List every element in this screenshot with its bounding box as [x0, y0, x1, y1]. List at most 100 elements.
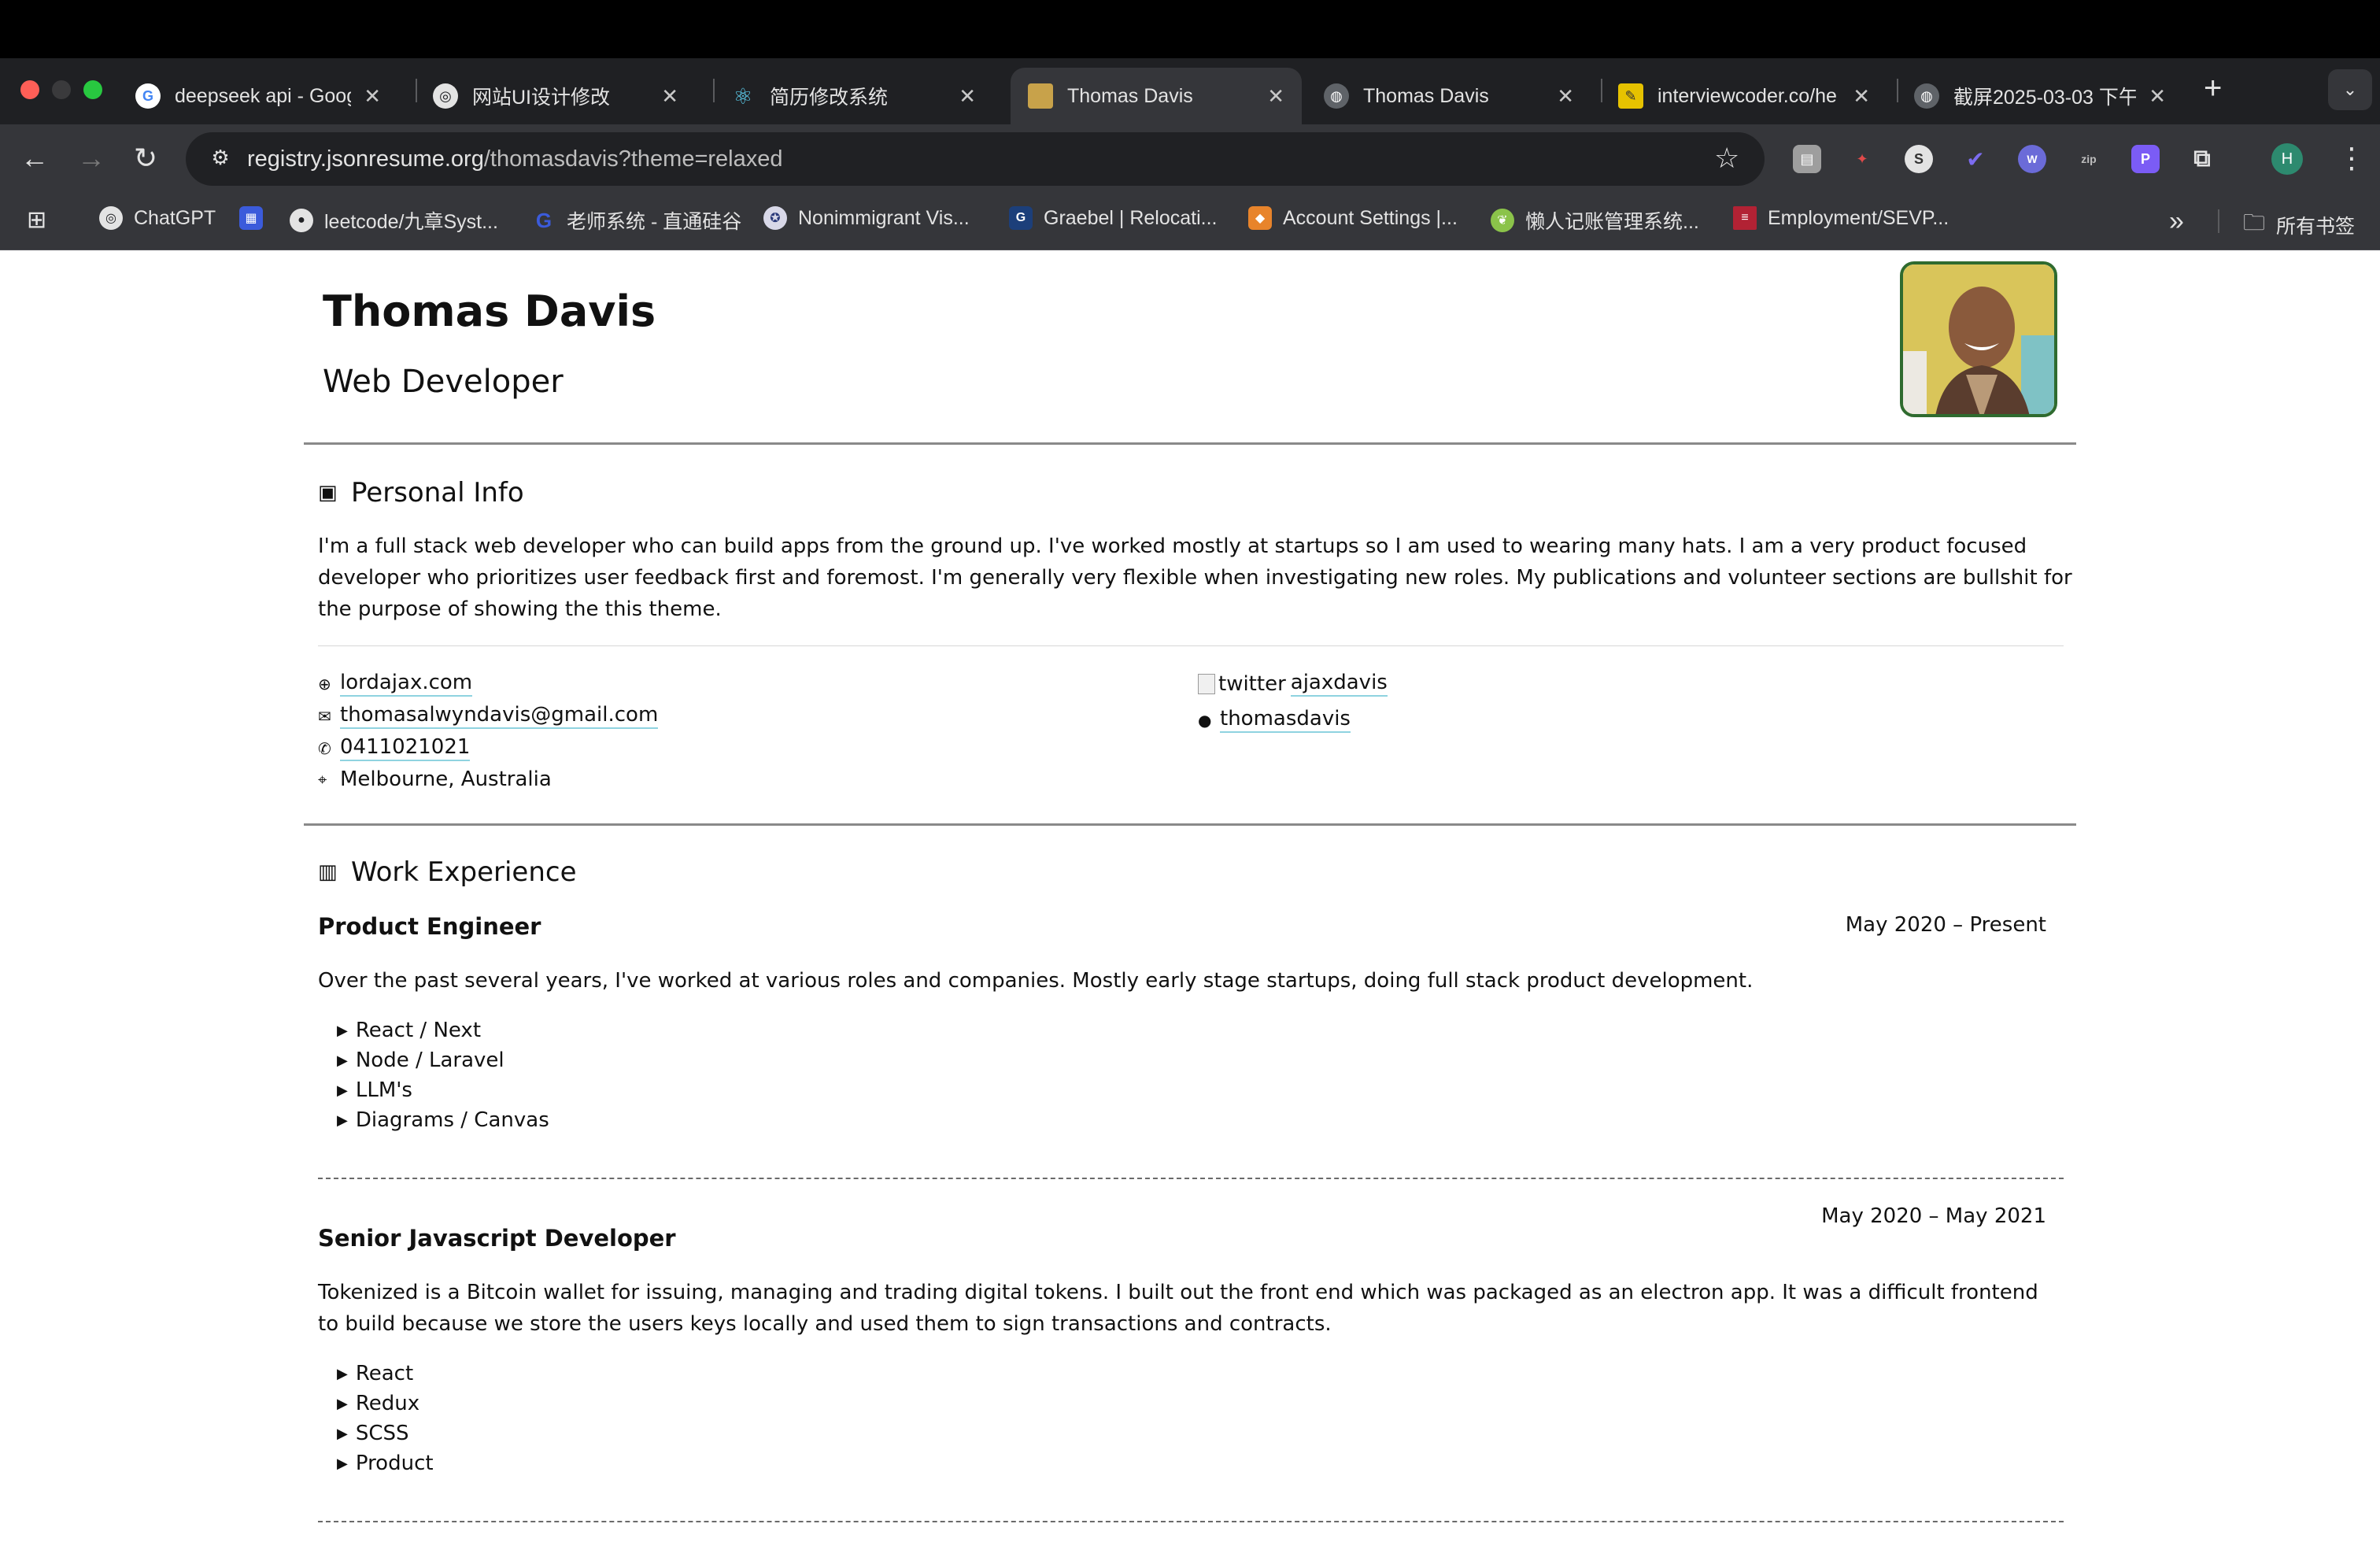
section-title-text: Work Experience: [351, 856, 577, 888]
job-highlight[interactable]: ▶ LLM's: [337, 1078, 412, 1102]
github-row: ● thomasdavis: [1198, 707, 1351, 733]
bookmark-account-settings[interactable]: ◆ Account Settings |...: [1248, 206, 1458, 230]
tab-6[interactable]: ◍ 截屏2025-03-03 下午 ✕: [1897, 68, 2183, 124]
bookmark-graebel[interactable]: G Graebel | Relocati...: [1009, 206, 1217, 230]
website-link[interactable]: lordajax.com: [340, 671, 473, 697]
bookmark-chatgpt[interactable]: ◎ ChatGPT: [99, 206, 216, 230]
bookmark-system-design[interactable]: ▦: [239, 206, 274, 230]
globe-icon: ◍: [1914, 83, 1939, 109]
tab-search-button[interactable]: ⌄: [2328, 69, 2372, 110]
bookmark-label: ChatGPT: [134, 206, 216, 229]
twitter-link[interactable]: ajaxdavis: [1290, 671, 1388, 697]
close-window-button[interactable]: [20, 80, 39, 99]
bookmark-bookkeeping[interactable]: ❦ 懒人记账管理系统...: [1491, 206, 1699, 235]
seal-icon: ✪: [763, 206, 787, 230]
resume-name: Thomas Davis: [323, 287, 656, 336]
extension-s-icon[interactable]: S: [1905, 145, 1933, 173]
all-bookmarks-folder[interactable]: 🗀 所有书签: [2243, 206, 2355, 244]
close-tab-icon[interactable]: ✕: [1267, 84, 1284, 109]
website-row: ⊕ lordajax.com: [318, 671, 473, 697]
folder-icon: 🗀: [2243, 210, 2266, 235]
tab-0[interactable]: G deepseek api - Goog ✕: [118, 68, 398, 124]
bookmark-employment-sevp[interactable]: ≡ Employment/SEVP...: [1733, 206, 1949, 230]
job-highlight[interactable]: ▶ Product: [337, 1452, 434, 1475]
new-tab-button[interactable]: +: [2204, 71, 2222, 106]
extension-check-icon[interactable]: ✔: [1961, 145, 1990, 173]
minimize-window-button[interactable]: [52, 80, 71, 99]
disclosure-triangle-icon: ▶: [337, 1052, 348, 1069]
tab-3-active[interactable]: Thomas Davis ✕: [1011, 68, 1302, 124]
personal-info-heading: ▣ Personal Info: [318, 477, 524, 509]
apps-grid-icon[interactable]: ⊞: [27, 206, 46, 234]
bookmark-label: Graebel | Relocati...: [1044, 206, 1218, 229]
bookmark-teacher-system[interactable]: G 老师系统 - 直通硅谷: [532, 206, 741, 235]
summary-text: I'm a full stack web developer who can b…: [318, 534, 2072, 621]
resume-page: Thomas Davis Web Developer ▣ Personal Inf…: [0, 250, 2380, 1546]
close-tab-icon[interactable]: ✕: [2149, 84, 2166, 109]
extension-bird-icon[interactable]: ✦: [1848, 145, 1876, 173]
extension-zip-icon[interactable]: zip: [2075, 145, 2103, 173]
job-highlight[interactable]: ▶ Node / Laravel: [337, 1049, 504, 1072]
job-highlight[interactable]: ▶ React / Next: [337, 1019, 481, 1042]
tab-5[interactable]: ✎ interviewcoder.co/he ✕: [1601, 68, 1887, 124]
bookmark-star-icon[interactable]: ☆: [1714, 142, 1739, 175]
disclosure-triangle-icon: ▶: [337, 1111, 348, 1129]
disclosure-triangle-icon: ▶: [337, 1455, 348, 1472]
zoom-window-button[interactable]: [83, 80, 102, 99]
phone-link[interactable]: 0411021021: [340, 735, 471, 761]
extension-notes-icon[interactable]: ▤: [1793, 145, 1821, 173]
tab-title: Thomas Davis: [1067, 84, 1193, 107]
phone-row: ✆ 0411021021: [318, 735, 471, 761]
highlight-text: Node / Laravel: [355, 1049, 504, 1072]
bookmark-label: Employment/SEVP...: [1768, 206, 1949, 229]
close-tab-icon[interactable]: ✕: [661, 84, 678, 109]
bookmark-label: Nonimmigrant Vis...: [798, 206, 970, 229]
disclosure-triangle-icon: ▶: [337, 1082, 348, 1099]
system-design-icon: ▦: [239, 206, 263, 230]
close-tab-icon[interactable]: ✕: [364, 84, 381, 109]
tab-2[interactable]: ⚛ 简历修改系统 ✕: [713, 68, 993, 124]
bookmark-nonimmigrant-visa[interactable]: ✪ Nonimmigrant Vis...: [763, 206, 970, 230]
bookmarks-separator: [2218, 209, 2219, 233]
forward-button[interactable]: →: [77, 142, 105, 175]
profile-photo: [1900, 261, 2057, 417]
email-link[interactable]: thomasalwyndavis@gmail.com: [340, 703, 659, 729]
disclosure-triangle-icon: ▶: [337, 1425, 348, 1442]
close-tab-icon[interactable]: ✕: [959, 84, 976, 109]
extension-p-icon[interactable]: P: [2131, 145, 2160, 173]
section-title-text: Personal Info: [351, 477, 524, 509]
job-highlight[interactable]: ▶ React: [337, 1362, 413, 1385]
url-text[interactable]: registry.jsonresume.org/thomasdavis?them…: [247, 146, 783, 172]
close-tab-icon[interactable]: ✕: [1853, 84, 1870, 109]
job-highlight[interactable]: ▶ SCSS: [337, 1422, 409, 1445]
github-link[interactable]: thomasdavis: [1220, 707, 1351, 733]
summary-divider: [318, 645, 2064, 646]
job-highlight[interactable]: ▶ Diagrams / Canvas: [337, 1108, 549, 1132]
tab-1[interactable]: ◎ 网站UI设计修改 ✕: [416, 68, 696, 124]
tab-title: deepseek api - Goog: [175, 84, 352, 107]
job-date: May 2020 – Present: [1845, 913, 2046, 937]
site-settings-icon[interactable]: ⚙: [206, 143, 235, 172]
reload-button[interactable]: ↻: [134, 142, 157, 175]
profile-avatar[interactable]: H: [2271, 143, 2303, 175]
personal-info-divider: [304, 823, 2076, 826]
extensions-puzzle-icon[interactable]: ⧉: [2188, 145, 2216, 173]
extension-w-icon[interactable]: W: [2018, 145, 2046, 173]
close-tab-icon[interactable]: ✕: [1557, 84, 1574, 109]
tab-title: 网站UI设计修改: [472, 87, 611, 109]
browser-menu-icon[interactable]: ⋮: [2338, 142, 2366, 175]
profile-photo-image: [1903, 264, 2054, 414]
tab-4[interactable]: ◍ Thomas Davis ✕: [1306, 68, 1591, 124]
more-bookmarks-button[interactable]: »: [2169, 206, 2184, 237]
resume-label: Web Developer: [323, 364, 564, 400]
menu-bar-area: [0, 0, 2380, 58]
mail-icon: ✉: [318, 706, 331, 726]
photo-icon: [1028, 83, 1053, 109]
bookmark-leetcode[interactable]: ● leetcode/九章Syst...: [290, 206, 498, 235]
tab-title: interviewcoder.co/he: [1658, 84, 1837, 107]
highlight-text: Diagrams / Canvas: [355, 1108, 549, 1132]
bookmark-label: Account Settings |...: [1283, 206, 1458, 229]
job-highlight[interactable]: ▶ Redux: [337, 1392, 419, 1415]
all-bookmarks-label: 所有书签: [2276, 216, 2356, 238]
back-button[interactable]: ←: [20, 142, 49, 175]
